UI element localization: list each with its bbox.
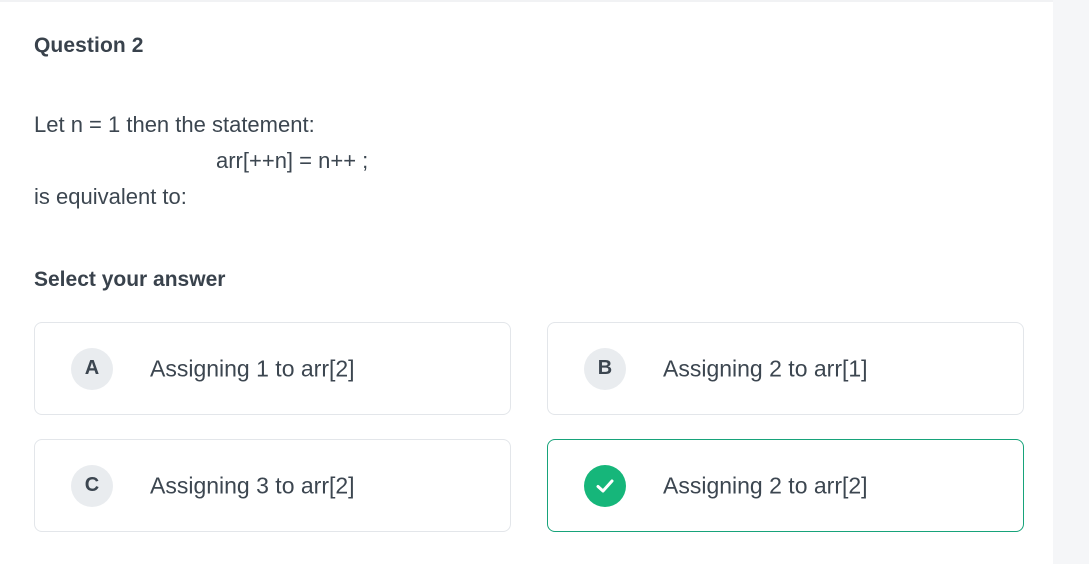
question-title: Question 2 — [34, 34, 144, 57]
option-letter-badge: A — [71, 347, 113, 390]
answer-option-b[interactable]: B Assigning 2 to arr[1] — [547, 322, 1024, 415]
option-letter-badge: C — [71, 464, 113, 507]
option-letter-badge: B — [584, 347, 626, 390]
answer-option-d[interactable]: Assigning 2 to arr[2] — [547, 439, 1024, 532]
top-divider — [0, 0, 1053, 2]
right-gutter — [1053, 0, 1089, 564]
question-panel: Question 2 Let n = 1 then the statement:… — [0, 0, 1053, 564]
check-icon — [584, 464, 626, 507]
question-text-line-1: Let n = 1 then the statement: — [34, 112, 315, 137]
option-text: Assigning 3 to arr[2] — [150, 472, 355, 498]
answer-option-c[interactable]: C Assigning 3 to arr[2] — [34, 439, 511, 532]
option-text: Assigning 1 to arr[2] — [150, 355, 355, 381]
select-answer-heading: Select your answer — [34, 268, 226, 291]
option-text: Assigning 2 to arr[2] — [663, 472, 868, 498]
answer-option-a[interactable]: A Assigning 1 to arr[2] — [34, 322, 511, 415]
question-text-line-3: is equivalent to: — [34, 184, 187, 209]
question-code-line: arr[++n] = n++ ; — [216, 148, 369, 173]
option-text: Assigning 2 to arr[1] — [663, 355, 868, 381]
